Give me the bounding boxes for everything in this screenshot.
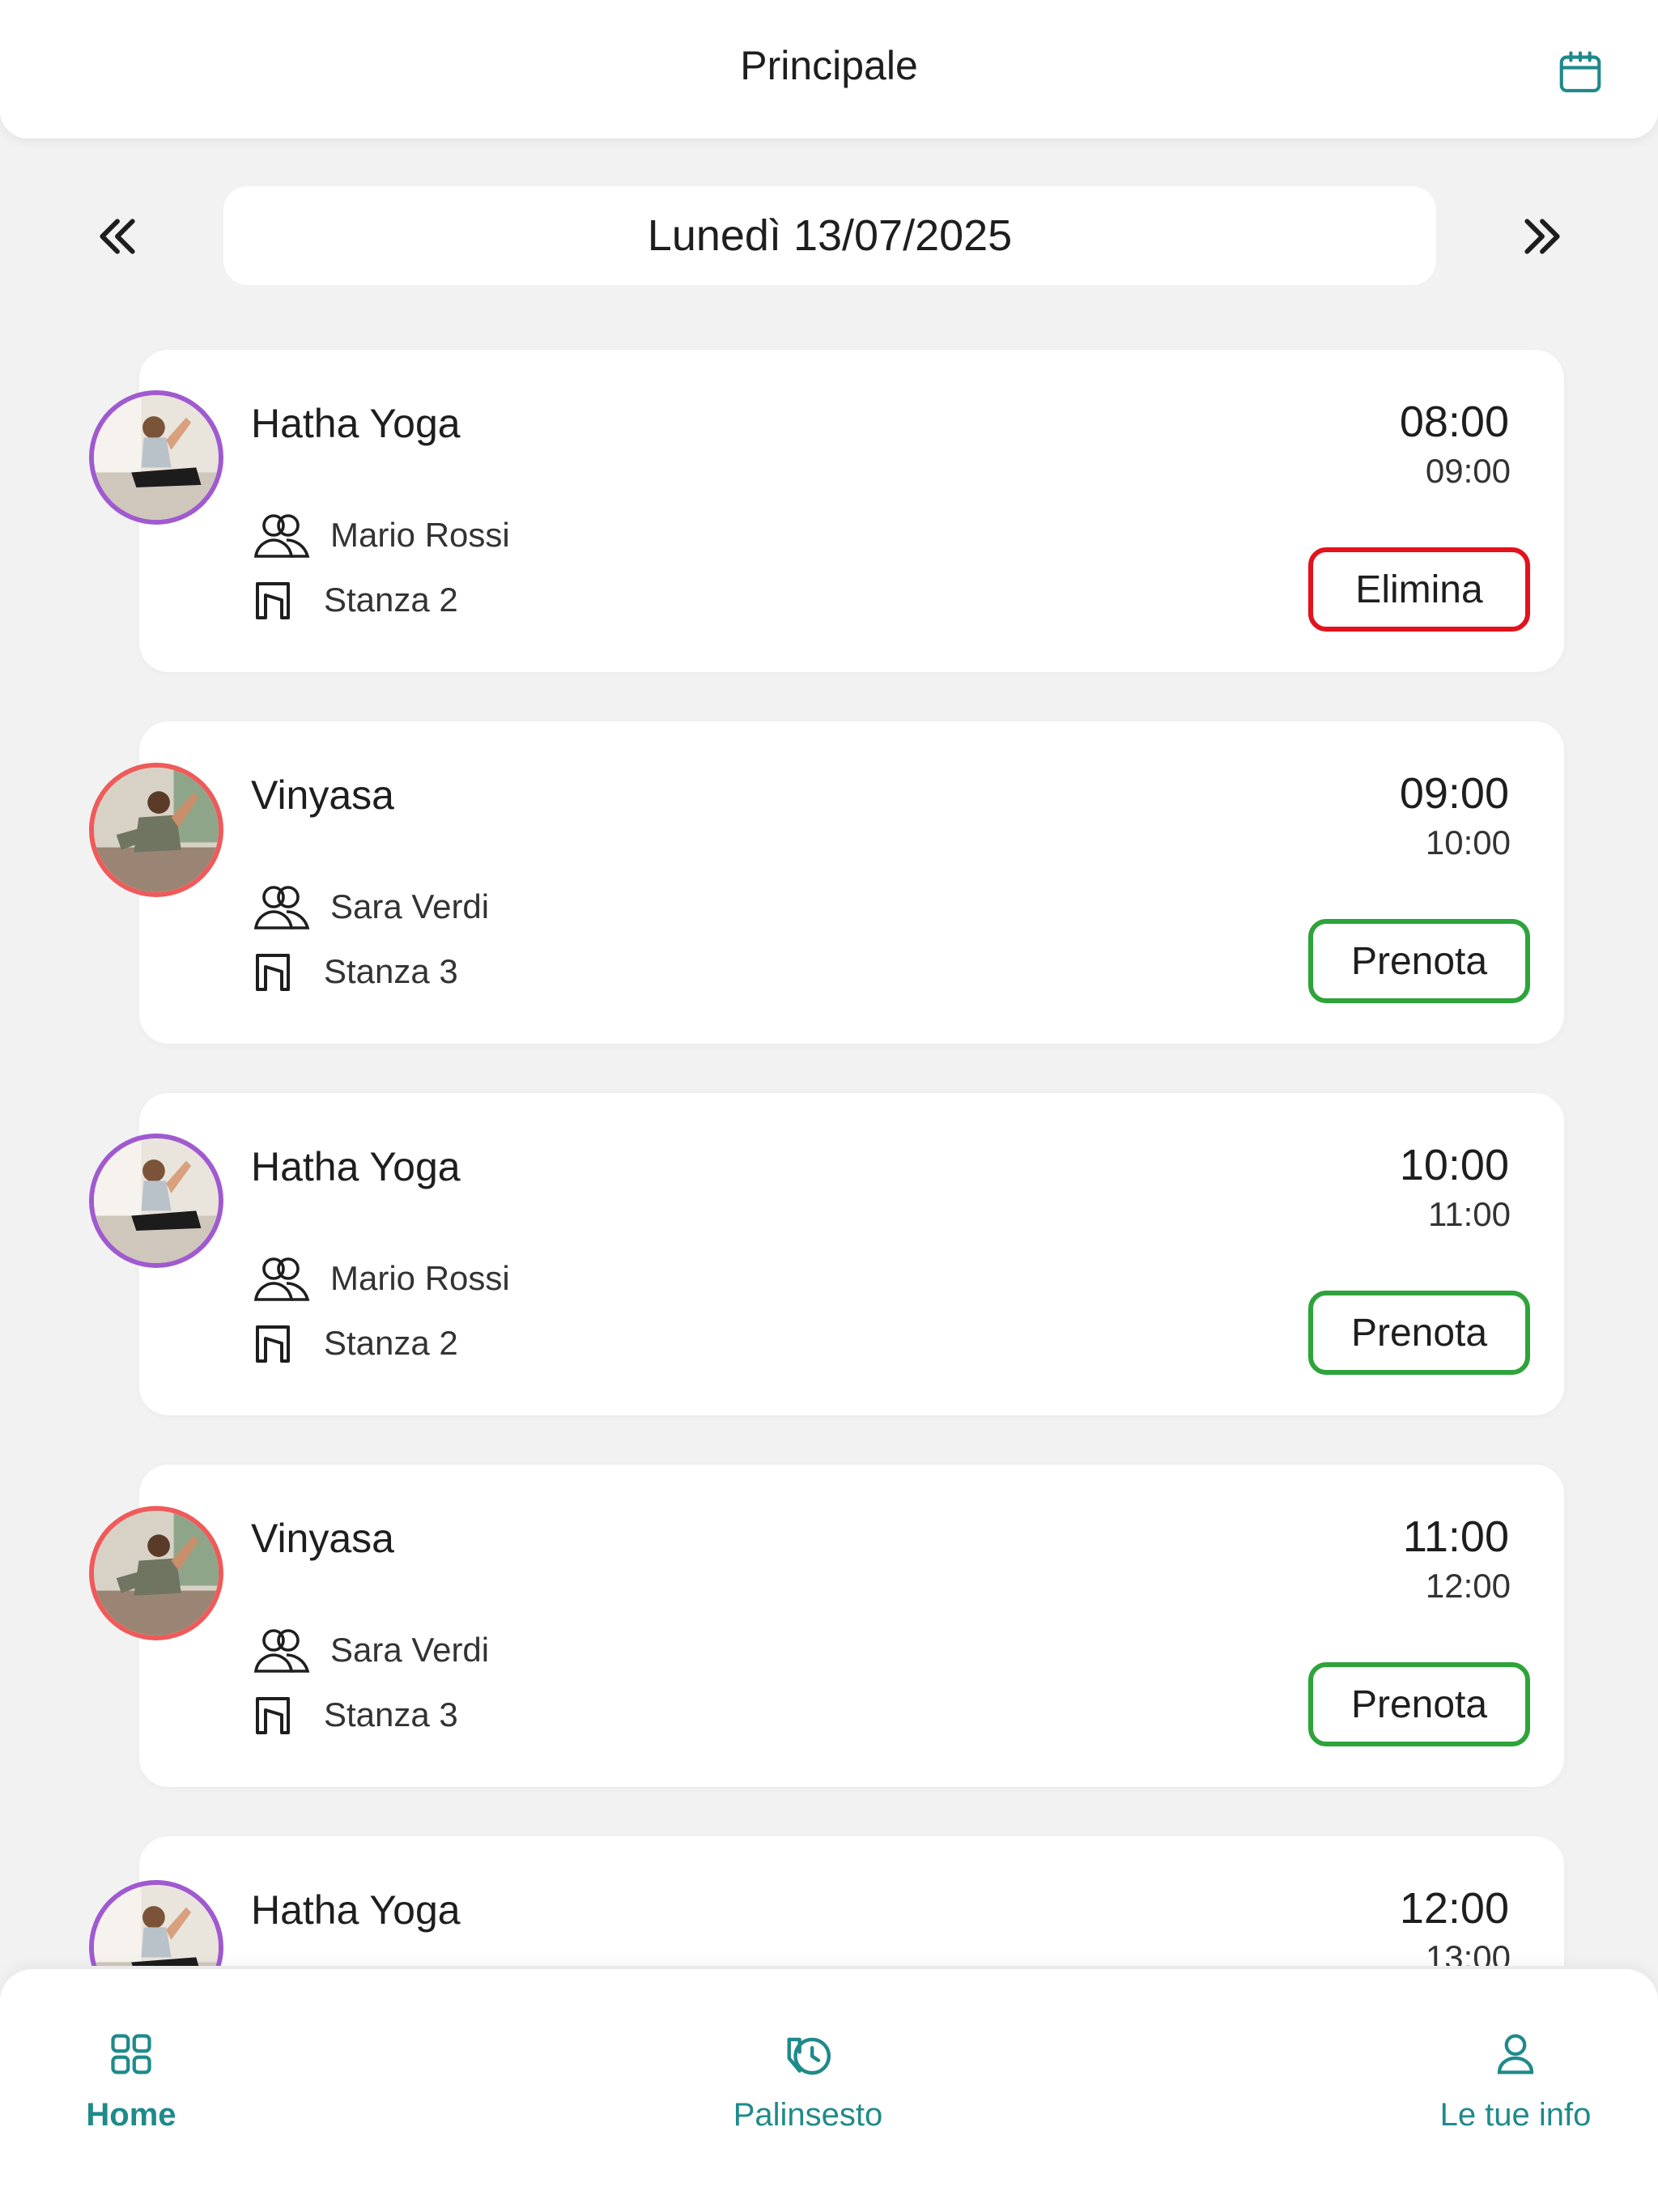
double-chevron-right-icon <box>1524 219 1560 254</box>
instructor-avatar <box>89 390 223 525</box>
bottom-navigation: Home Palinsesto Le tue info <box>0 1969 1658 2212</box>
selected-date[interactable]: Lunedì 13/07/2025 <box>223 186 1436 285</box>
room-name: Stanza 2 <box>324 581 458 619</box>
grid-icon <box>103 2026 159 2082</box>
people-icon <box>251 508 316 562</box>
room-icon <box>251 1688 316 1742</box>
previous-day-button[interactable] <box>81 202 154 270</box>
start-time: 12:00 <box>1399 1884 1509 1933</box>
class-title: Hatha Yoga <box>251 1887 461 1933</box>
instructor-avatar <box>89 1134 223 1268</box>
class-card[interactable]: Hatha Yoga 10:00 11:00 Mario Rossi Stanz… <box>139 1093 1564 1415</box>
nav-your-info[interactable]: Le tue info <box>1386 2026 1645 2155</box>
book-class-button[interactable]: Prenota <box>1308 1291 1530 1375</box>
instructor-avatar <box>89 1506 223 1640</box>
room-icon <box>251 1317 316 1370</box>
room-row: Stanza 3 <box>251 1688 458 1742</box>
nav-your-info-label: Le tue info <box>1439 2097 1592 2133</box>
room-icon <box>251 945 316 998</box>
class-title: Hatha Yoga <box>251 1144 461 1189</box>
room-name: Stanza 3 <box>324 952 458 990</box>
class-title: Hatha Yoga <box>251 401 461 446</box>
class-list[interactable]: Hatha Yoga 08:00 09:00 Mario Rossi Stanz… <box>0 348 1658 1966</box>
teacher-row: Mario Rossi <box>251 1252 510 1305</box>
class-card[interactable]: Vinyasa 11:00 12:00 Sara Verdi Stanza 3 … <box>139 1465 1564 1787</box>
delete-booking-button[interactable]: Elimina <box>1308 547 1530 632</box>
teacher-name: Sara Verdi <box>330 1631 490 1669</box>
end-time: 12:00 <box>1425 1567 1511 1605</box>
calendar-button[interactable] <box>1548 40 1613 105</box>
class-title: Vinyasa <box>251 772 394 818</box>
start-time: 11:00 <box>1402 1512 1509 1561</box>
nav-palinsesto-label: Palinsesto <box>733 2097 883 2133</box>
room-row: Stanza 2 <box>251 1317 458 1370</box>
teacher-name: Mario Rossi <box>330 516 510 554</box>
teacher-name: Mario Rossi <box>330 1259 510 1297</box>
end-time: 11:00 <box>1428 1195 1511 1233</box>
teacher-row: Sara Verdi <box>251 880 489 934</box>
user-icon <box>1487 2026 1544 2082</box>
start-time: 09:00 <box>1399 769 1509 818</box>
room-row: Stanza 3 <box>251 945 458 998</box>
teacher-row: Sara Verdi <box>251 1623 489 1677</box>
schedule-history-icon <box>780 2026 836 2082</box>
room-row: Stanza 2 <box>251 573 458 627</box>
people-icon <box>251 880 316 934</box>
room-name: Stanza 2 <box>324 1324 458 1362</box>
book-class-button[interactable]: Prenota <box>1308 1662 1530 1746</box>
room-name: Stanza 3 <box>324 1695 458 1733</box>
class-card[interactable]: Vinyasa 09:00 10:00 Sara Verdi Stanza 3 … <box>139 721 1564 1044</box>
double-chevron-left-icon <box>100 219 135 254</box>
calendar-icon <box>1559 51 1601 93</box>
page-title: Principale <box>740 43 918 88</box>
end-time: 10:00 <box>1425 823 1511 861</box>
instructor-avatar <box>89 763 223 897</box>
top-app-bar: Principale <box>0 0 1658 138</box>
class-title: Vinyasa <box>251 1516 394 1561</box>
people-icon <box>251 1252 316 1305</box>
teacher-name: Sara Verdi <box>330 887 490 925</box>
book-class-button[interactable]: Prenota <box>1308 919 1530 1003</box>
room-icon <box>251 573 316 627</box>
nav-home-label: Home <box>86 2097 176 2133</box>
class-card[interactable]: Hatha Yoga 08:00 09:00 Mario Rossi Stanz… <box>139 350 1564 672</box>
nav-home[interactable]: Home <box>2 2026 261 2155</box>
class-card[interactable]: Hatha Yoga 12:00 13:00 <box>139 1836 1564 1966</box>
next-day-button[interactable] <box>1506 202 1579 270</box>
start-time: 10:00 <box>1399 1141 1509 1189</box>
start-time: 08:00 <box>1399 398 1509 446</box>
nav-palinsesto[interactable]: Palinsesto <box>678 2026 937 2155</box>
teacher-row: Mario Rossi <box>251 508 510 562</box>
end-time: 13:00 <box>1425 1938 1511 1966</box>
people-icon <box>251 1623 316 1677</box>
end-time: 09:00 <box>1425 452 1511 490</box>
